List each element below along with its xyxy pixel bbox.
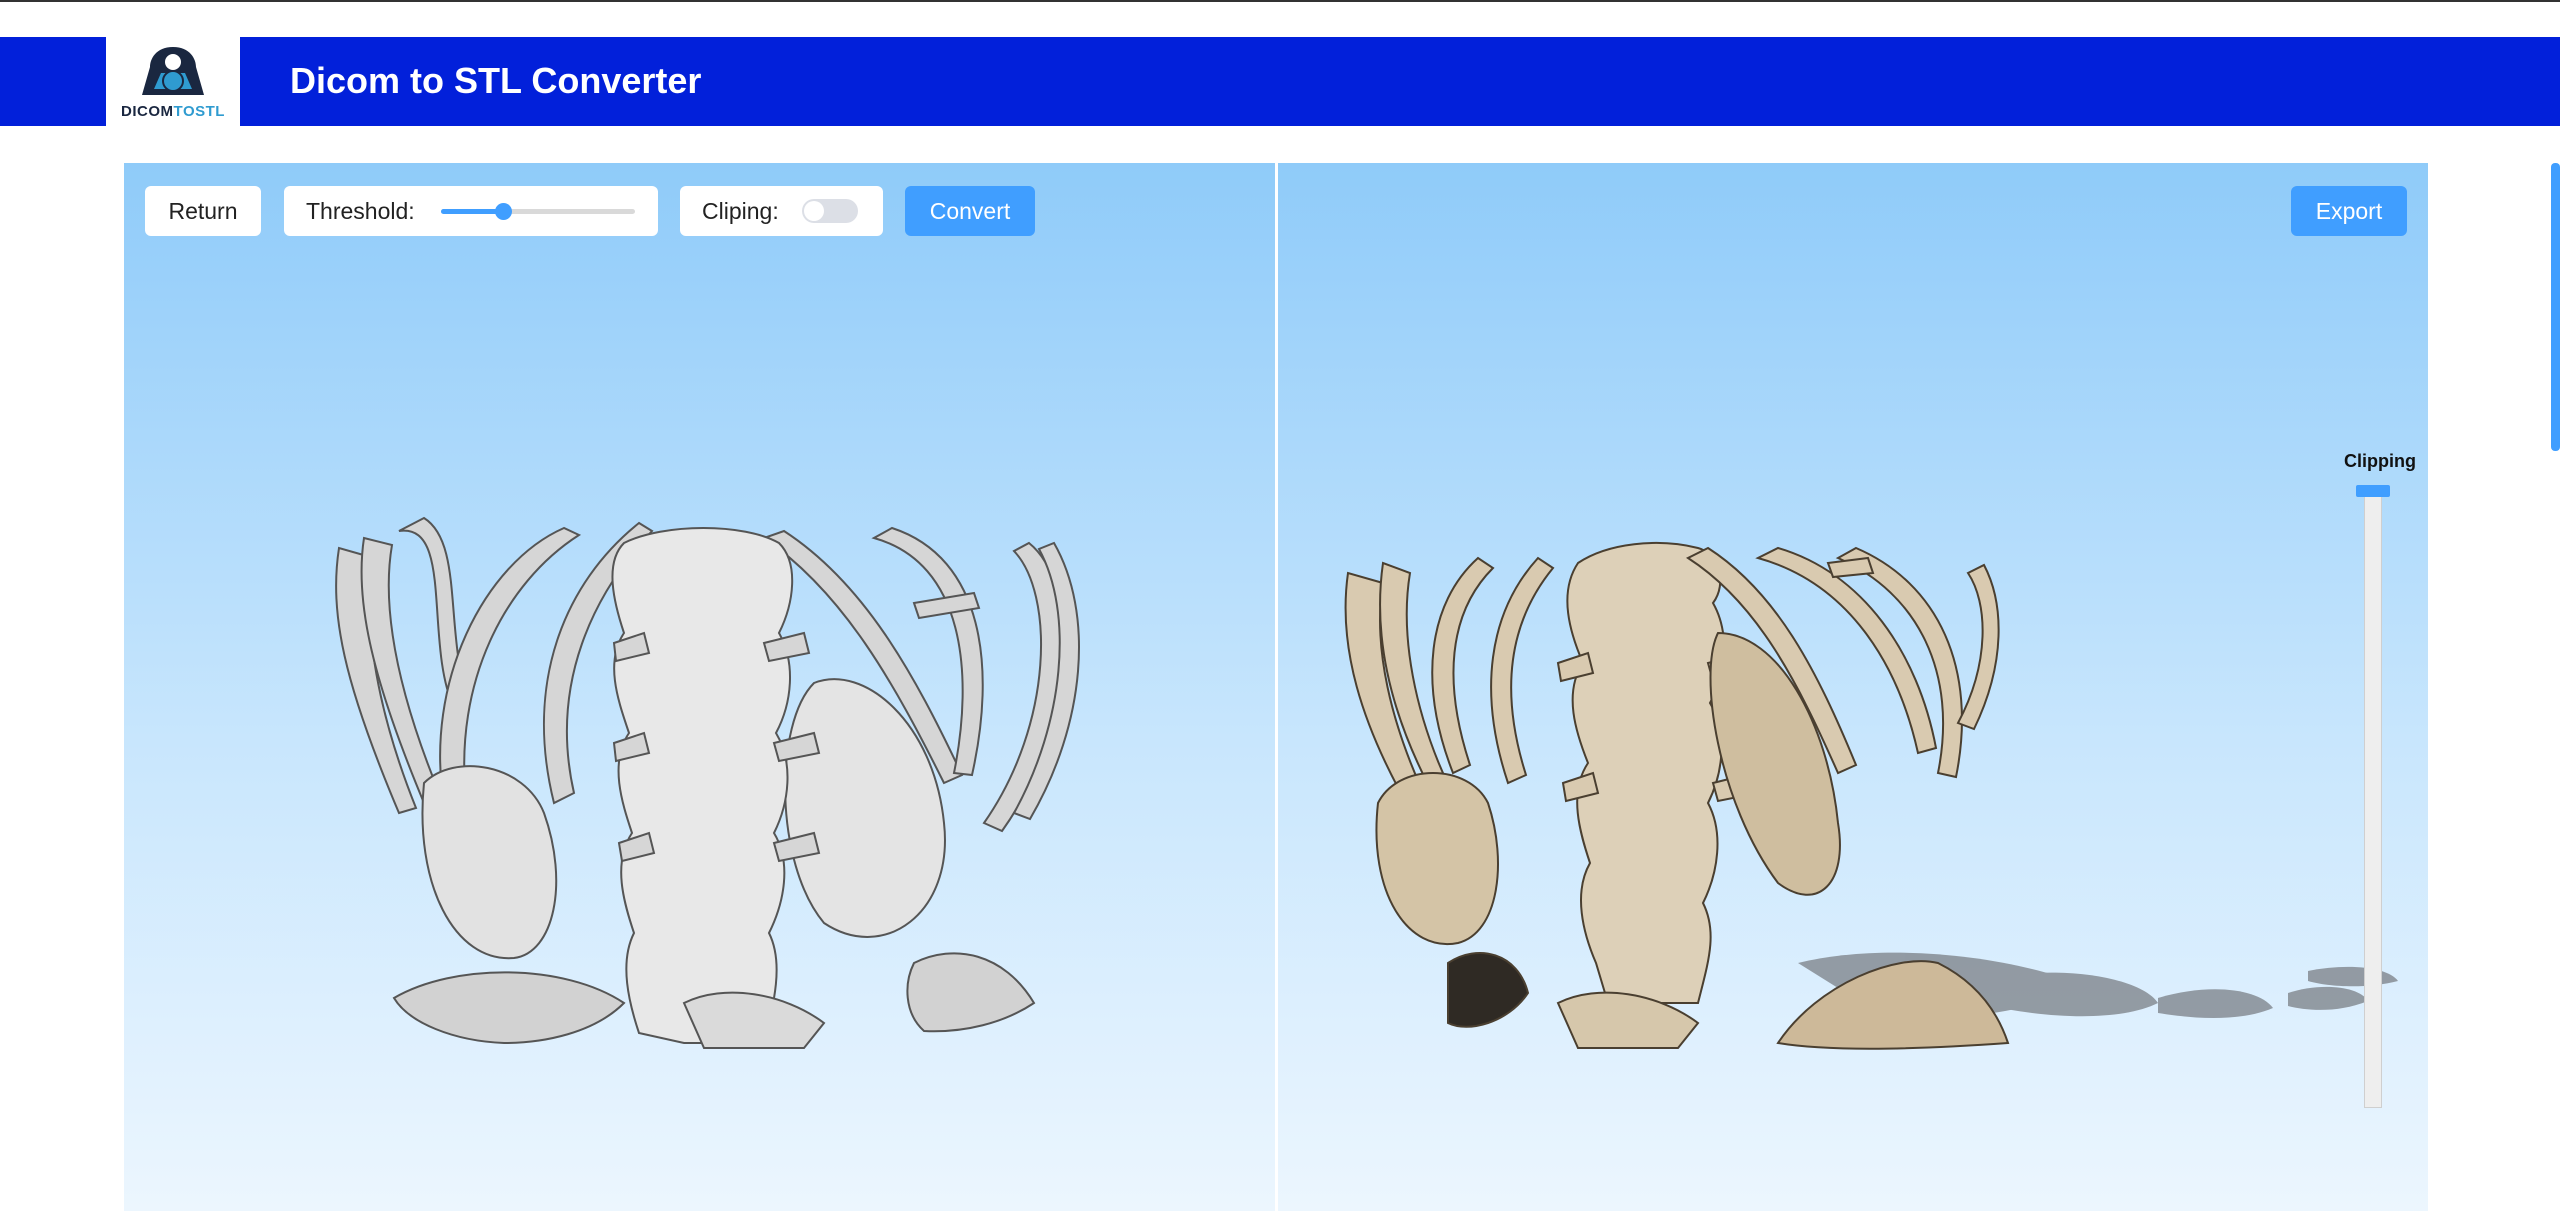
- clipping-control: Cliping:: [680, 186, 883, 236]
- logo-text: DICOMTOSTL: [121, 103, 225, 120]
- threshold-slider-fill: [441, 209, 504, 214]
- bone-model-gray[interactable]: [124, 163, 1275, 1211]
- threshold-slider[interactable]: [441, 203, 635, 220]
- converted-model-viewer[interactable]: Export Clipping: [1278, 163, 2428, 1211]
- original-model-viewer[interactable]: Return Threshold: Cliping: Convert: [124, 163, 1275, 1211]
- convert-button[interactable]: Convert: [905, 186, 1035, 236]
- toggle-knob: [804, 201, 824, 221]
- return-button[interactable]: Return: [145, 186, 261, 236]
- page-scrollbar-thumb[interactable]: [2551, 163, 2560, 451]
- bone-model-stl[interactable]: [1278, 163, 2428, 1211]
- clipping-slider-handle[interactable]: [2356, 485, 2390, 497]
- slider-knob-icon[interactable]: [495, 203, 513, 220]
- threshold-control: Threshold:: [284, 186, 658, 236]
- threshold-label: Threshold:: [306, 197, 415, 224]
- clipping-slider-label: Clipping: [2344, 451, 2416, 471]
- logo: DICOMTOSTL: [106, 37, 240, 126]
- clipping-label: Cliping:: [702, 197, 779, 224]
- app-header: DICOMTOSTL Dicom to STL Converter: [0, 37, 2560, 126]
- clipping-slider[interactable]: [2364, 486, 2382, 1108]
- page-title: Dicom to STL Converter: [290, 60, 702, 101]
- toggle-icon[interactable]: [802, 199, 858, 223]
- export-button[interactable]: Export: [2291, 186, 2407, 236]
- window-top-border: [0, 0, 2560, 2]
